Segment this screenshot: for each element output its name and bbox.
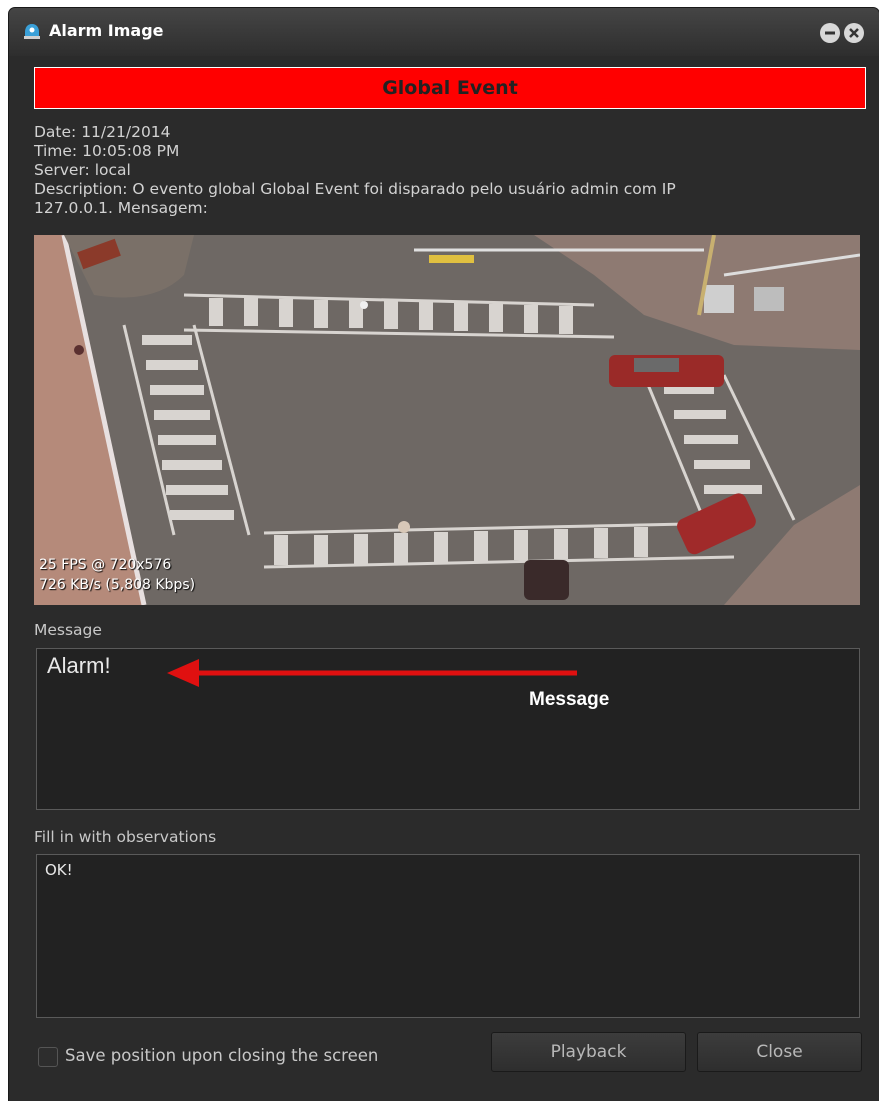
event-server: Server: local — [34, 161, 131, 179]
intersection-camera-image — [34, 235, 860, 605]
video-bitrate: 726 KB/s (5,808 Kbps) — [39, 577, 196, 593]
observations-label: Fill in with observations — [34, 828, 217, 846]
save-position-label[interactable]: Save position upon closing the screen — [65, 1046, 378, 1065]
red-arrow-annotation — [167, 659, 577, 687]
message-box: Alarm! Message — [36, 648, 860, 810]
observations-textarea[interactable]: OK! — [36, 854, 860, 1018]
title-bar[interactable]: Alarm Image — [9, 8, 879, 56]
event-time: Time: 10:05:08 PM — [34, 142, 180, 160]
playback-button[interactable]: Playback — [491, 1032, 686, 1072]
event-banner: Global Event — [34, 67, 866, 109]
camera-video-frame[interactable]: 25 FPS @ 720x576 726 KB/s (5,808 Kbps) — [34, 235, 860, 605]
close-button[interactable]: Close — [697, 1032, 862, 1072]
alarm-app-icon — [24, 24, 40, 39]
alarm-image-window: Alarm Image Global Event Date: 11/21/201… — [9, 8, 879, 1101]
event-description: Description: O evento global Global Even… — [34, 180, 676, 198]
minimize-button[interactable] — [820, 23, 840, 43]
video-fps: 25 FPS @ 720x576 — [39, 557, 172, 573]
close-window-button[interactable] — [844, 23, 864, 43]
event-description-cont: 127.0.0.1. Mensagem: — [34, 199, 208, 217]
window-title: Alarm Image — [49, 21, 164, 40]
save-position-checkbox[interactable] — [38, 1047, 58, 1067]
event-date: Date: 11/21/2014 — [34, 123, 171, 141]
close-icon — [849, 28, 859, 38]
minimize-icon — [825, 31, 835, 35]
message-text: Alarm! — [47, 653, 111, 678]
message-label: Message — [34, 621, 102, 639]
message-annotation: Message — [529, 689, 610, 710]
observations-text[interactable]: OK! — [45, 861, 73, 879]
